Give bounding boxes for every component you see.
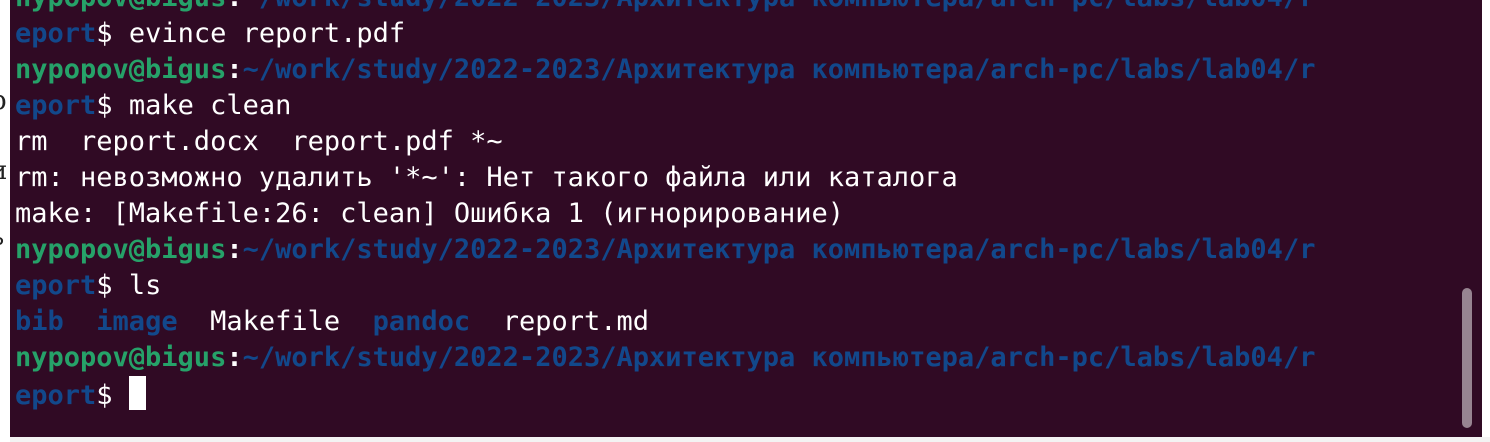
- terminal-window[interactable]: nypopov@bigus:~/work/study/2022-2023/Арх…: [10, 0, 1482, 437]
- prompt-path: ~/work/study/2022-2023/Архитектура компь…: [242, 234, 1316, 265]
- prompt-path-continued: eport: [15, 18, 97, 49]
- terminal-output: nypopov@bigus:~/work/study/2022-2023/Арх…: [15, 0, 1315, 412]
- command-line: eport$ evince report.pdf: [15, 16, 1315, 52]
- ls-entry-directory: pandoc: [372, 306, 471, 337]
- prompt-path: ~/work/study/2022-2023/Архитектура компь…: [243, 0, 1316, 13]
- ls-entry-directory: image: [96, 306, 178, 337]
- document-glyph: р: [0, 86, 7, 116]
- prompt-user-host: nypopov@bigus: [15, 54, 227, 85]
- command-line: eport$ ls: [15, 268, 1315, 304]
- output-line: rm report.docx report.pdf *~: [15, 126, 503, 157]
- command-line: eport$ make clean: [15, 88, 1315, 124]
- prompt-colon: :: [226, 0, 242, 13]
- prompt-dollar: $: [96, 380, 113, 411]
- terminal-scrollbar[interactable]: [1462, 288, 1472, 428]
- prompt-path: ~/work/study/2022-2023/Архитектура компь…: [242, 54, 1316, 85]
- prompt-path: ~/work/study/2022-2023/Архитектура компь…: [242, 342, 1316, 373]
- output-line: rm: невозможно удалить '*~': Нет такого …: [15, 162, 958, 193]
- window-bottom-edge: [10, 437, 1490, 442]
- ls-output-line: bib image Makefile pandoc report.md: [15, 304, 1315, 340]
- ls-entry-file: Makefile: [210, 306, 341, 337]
- active-command-line[interactable]: eport$: [15, 376, 1315, 412]
- prompt-user-host: nypopov@bigus: [15, 234, 227, 265]
- document-glyph: и: [0, 156, 7, 186]
- prompt-path-continued: eport: [15, 90, 97, 121]
- prompt-colon: :: [226, 234, 243, 265]
- prompt-path-continued: eport: [15, 380, 97, 411]
- command-text: evince report.pdf: [128, 18, 406, 49]
- text-cursor[interactable]: [128, 376, 146, 410]
- document-glyph: ь: [0, 222, 4, 252]
- prompt-user-host: nypopov@bigus: [15, 0, 226, 13]
- prompt-line: nypopov@bigus:~/work/study/2022-2023/Арх…: [15, 52, 1315, 88]
- prompt-user-host: nypopov@bigus: [15, 342, 227, 373]
- prompt-line: nypopov@bigus:~/work/study/2022-2023/Арх…: [15, 340, 1315, 376]
- ls-entry-file: report.md: [502, 306, 650, 337]
- prompt-dollar: $: [96, 90, 113, 121]
- screen: р и ь nypopov@bigus:~/work/study/2022-20…: [0, 0, 1490, 442]
- prompt-line: nypopov@bigus:~/work/study/2022-2023/Арх…: [15, 0, 1315, 16]
- prompt-colon: :: [226, 54, 243, 85]
- command-text: make clean: [128, 90, 292, 121]
- command-text: ls: [128, 270, 162, 301]
- output-line: make: [Makefile:26: clean] Ошибка 1 (игн…: [15, 198, 845, 229]
- prompt-colon: :: [226, 342, 243, 373]
- prompt-path-continued: eport: [15, 270, 97, 301]
- ls-entry-directory: bib: [15, 306, 64, 337]
- background-document: р и ь: [0, 0, 10, 442]
- prompt-dollar: $: [96, 270, 113, 301]
- prompt-dollar: $: [96, 18, 113, 49]
- prompt-line: nypopov@bigus:~/work/study/2022-2023/Арх…: [15, 232, 1315, 268]
